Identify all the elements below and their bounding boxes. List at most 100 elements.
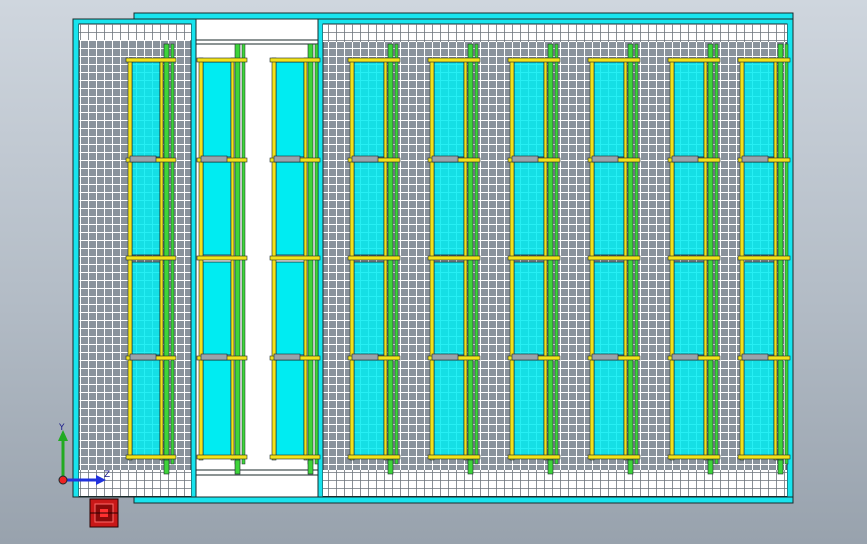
green-post [547,43,554,465]
glass-panel [433,61,465,158]
center-section [195,18,321,498]
yellow-rail [125,255,177,261]
glass-panel [743,359,775,457]
green-post [307,43,314,465]
rack-frame [587,43,641,475]
glass-panel [433,359,465,457]
right-section [322,23,791,497]
green-post [387,43,394,465]
glass-panel [743,161,775,256]
y-axis-label: Y [58,423,65,433]
left-mesh-top-band [79,24,191,40]
glass-panel [513,359,545,457]
bracket [129,155,157,163]
yellow-rail [196,255,248,261]
glass-panel [275,161,305,256]
yellow-rail [587,255,641,261]
yellow-rail [507,57,561,63]
yellow-rail [196,454,248,460]
rack-frame [347,43,401,475]
rack-frame [125,43,177,475]
bracket [129,353,157,361]
glass-panel [202,161,232,256]
yellow-rail [667,454,721,460]
yellow-rail [507,255,561,261]
foot [307,459,314,475]
yellow-rail [125,454,177,460]
glass-panel [202,359,232,457]
glass-panel [593,161,625,256]
foot [234,459,241,475]
foot [547,459,554,475]
rack-frame [269,43,321,475]
assembly-drawing: Y Z [58,12,794,528]
yellow-rail [737,454,791,460]
glass-panel [202,261,232,356]
yellow-rail [269,255,321,261]
triad-origin [58,475,68,485]
glass-panel [593,261,625,356]
yellow-rail [125,57,177,63]
green-post [554,43,559,465]
yellow-rail [269,57,321,63]
bracket [741,155,769,163]
glass-panel [353,359,385,457]
green-post [394,43,399,465]
bracket [351,155,379,163]
glass-panel [673,261,705,356]
right-mesh-top-band [323,24,787,42]
yellow-rail [737,57,791,63]
foot [163,459,170,475]
rack-frame [507,43,561,475]
yellow-rail [347,255,401,261]
center-top-rail [195,39,319,45]
bracket [200,353,228,361]
yellow-rail [347,454,401,460]
yellow-rail [427,255,481,261]
foot [627,459,634,475]
rack-frame [737,43,791,475]
rack-frame [196,43,248,475]
bracket [741,353,769,361]
bracket [591,353,619,361]
glass-panel [673,61,705,158]
foot [777,459,784,475]
bracket [273,353,301,361]
green-post [714,43,719,465]
glass-panel [131,261,161,356]
green-post [784,43,789,465]
bracket [511,353,539,361]
bracket [511,155,539,163]
yellow-rail [196,57,248,63]
glass-panel [275,61,305,158]
glass-panel [353,61,385,158]
green-post [467,43,474,465]
cad-viewport[interactable]: Y Z [0,0,867,544]
yellow-rail [427,57,481,63]
glass-panel [513,261,545,356]
yellow-rail [587,57,641,63]
foot [707,459,714,475]
glass-panel [353,261,385,356]
yellow-rail [507,454,561,460]
yellow-rail [667,57,721,63]
glass-panel [673,359,705,457]
left-mesh-bottom-band [79,470,191,496]
green-post [474,43,479,465]
foot [387,459,394,475]
yellow-rail [737,255,791,261]
glass-panel [131,161,161,256]
green-post [170,43,175,465]
glass-panel [433,261,465,356]
glass-panel [513,61,545,158]
rack-frame [667,43,721,475]
glass-panel [513,161,545,256]
yellow-rail [269,454,321,460]
bracket [200,155,228,163]
bracket [273,155,301,163]
glass-panel [131,61,161,158]
glass-panel [593,61,625,158]
bracket [671,155,699,163]
glass-panel [673,161,705,256]
green-post [234,43,241,465]
